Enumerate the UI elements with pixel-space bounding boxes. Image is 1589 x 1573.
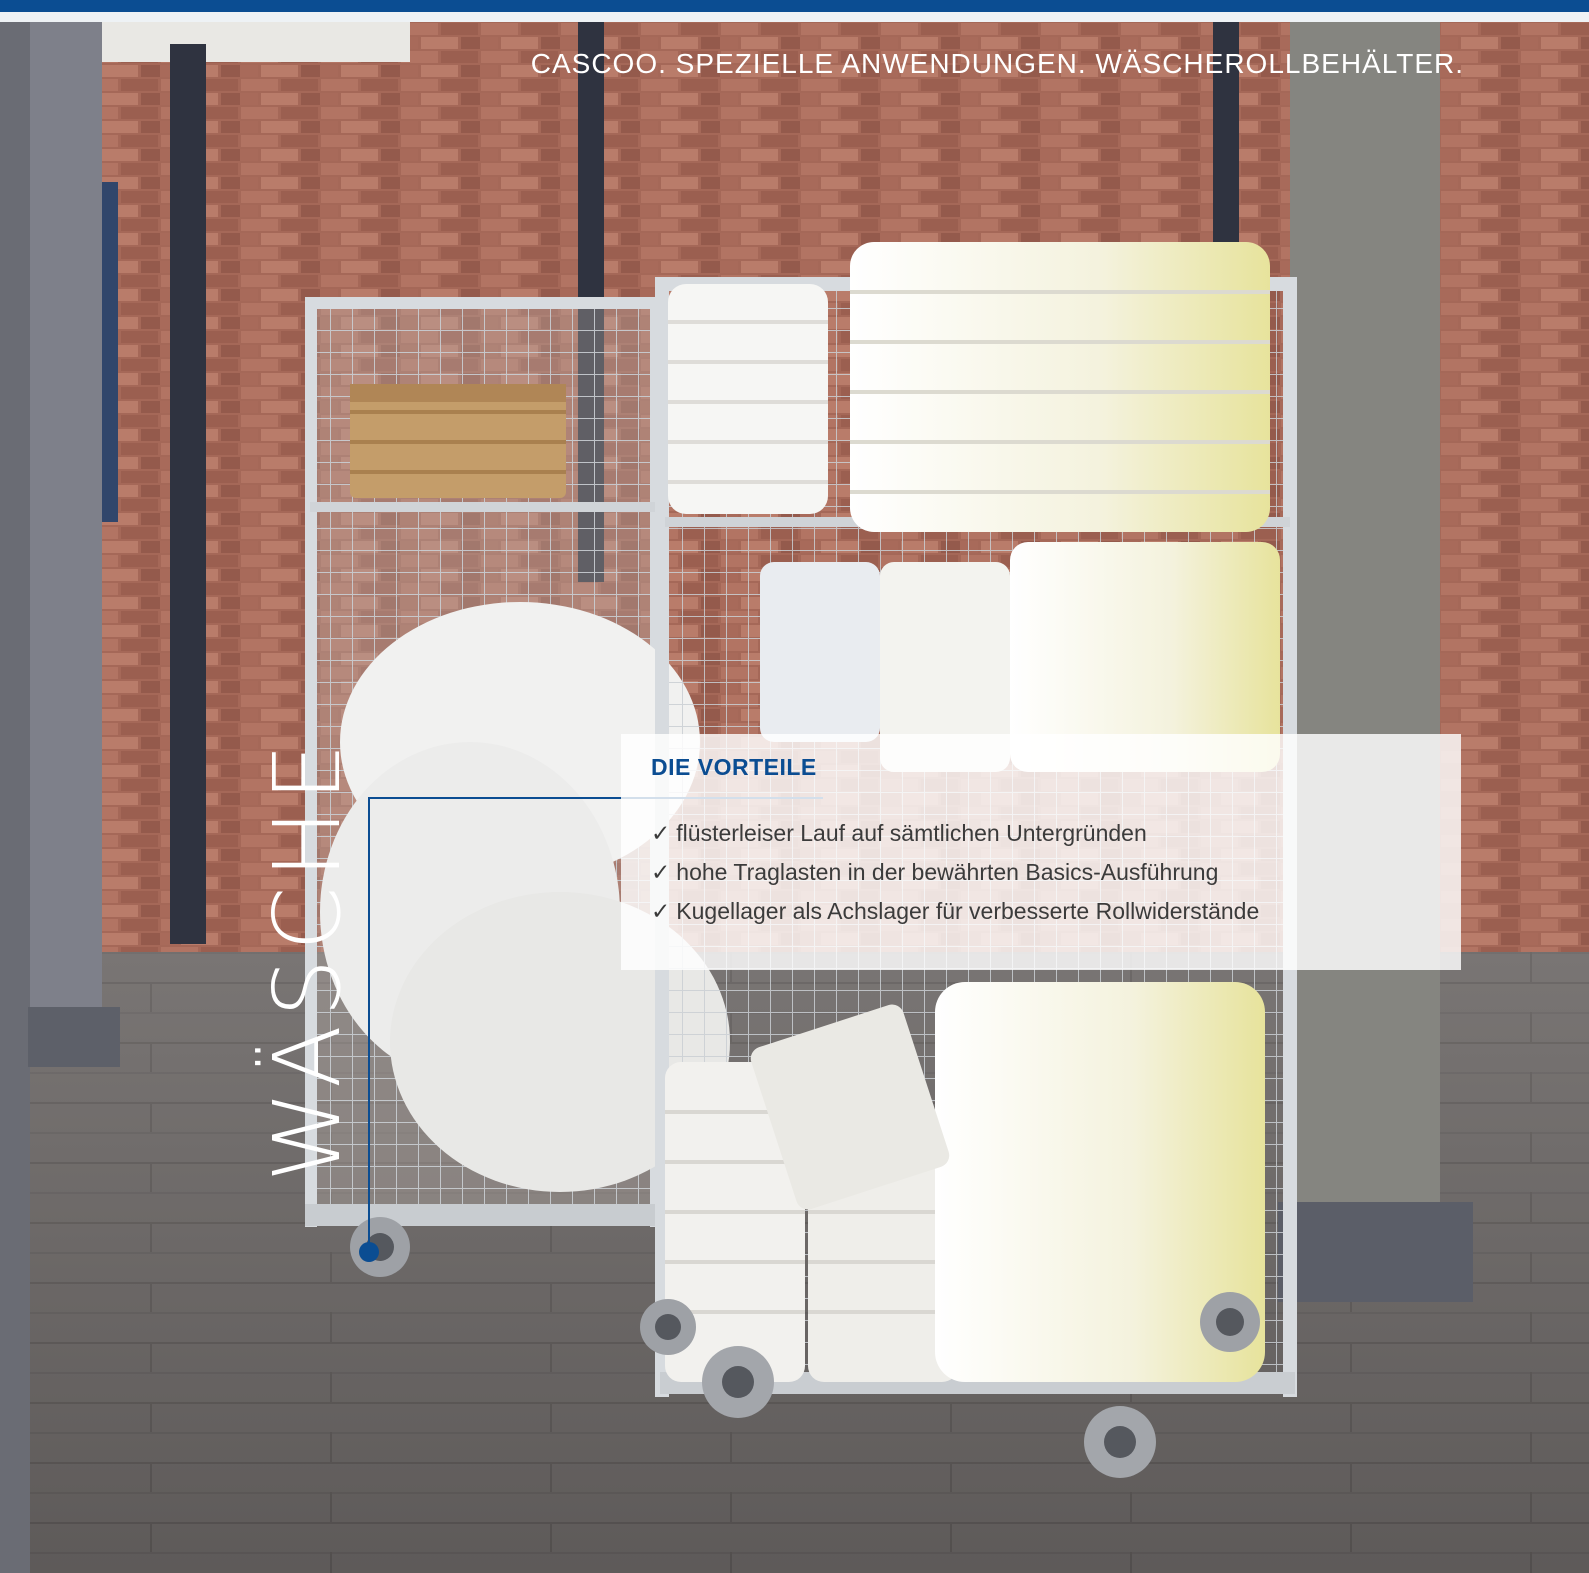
top-accent-bar [0,0,1589,12]
benefits-list: ✓ flüsterleiser Lauf auf sämtlichen Unter… [651,814,1259,931]
check-icon: ✓ [651,898,671,924]
benefit-item: ✓ hohe Traglasten in der bewährten Basics… [651,853,1259,892]
header-breadcrumb: CASCOO. SPEZIELLE ANWENDUNGEN. WÄSCHEROL… [530,48,1464,79]
benefit-item-text: Kugellager als Achslager für verbesserte… [676,898,1260,924]
top-divider-strip [0,12,1589,22]
benefits-title: DIE VORTEILE [651,754,817,780]
benefit-item-text: flüsterleiser Lauf auf sämtlichen Unterg… [676,820,1147,846]
leader-line-vertical [368,797,370,1250]
section-title-vertical: WÄSCHE [254,735,361,1182]
benefit-item: ✓ flüsterleiser Lauf auf sämtlichen Unter… [651,814,1259,853]
brochure-page: CASCOO. SPEZIELLE ANWENDUNGEN. WÄSCHEROL… [0,0,1589,1573]
benefits-box: DIE VORTEILE ✓ flüsterleiser Lauf auf säm… [621,734,1461,970]
check-icon: ✓ [651,859,671,885]
benefit-item-text: hohe Traglasten in der bewährten Basics-… [676,859,1219,885]
check-icon: ✓ [651,820,671,846]
benefit-item: ✓ Kugellager als Achslager für verbessert… [651,892,1259,931]
leader-dot [359,1242,379,1262]
